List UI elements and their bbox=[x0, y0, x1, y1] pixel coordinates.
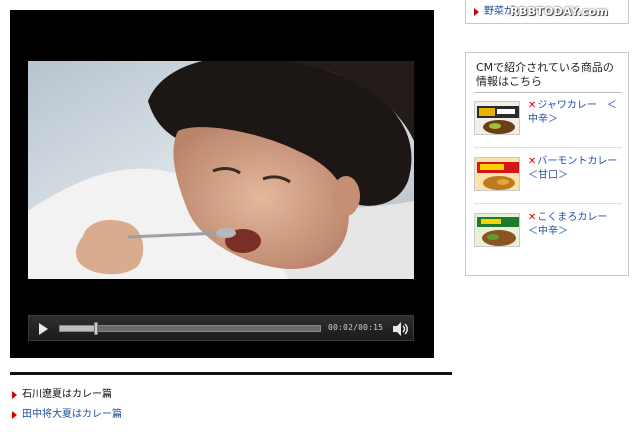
product-link[interactable]: ✕こくまろカレー ＜中辛＞ bbox=[528, 211, 624, 239]
java-curry-box-icon[interactable] bbox=[474, 101, 520, 135]
volume-icon[interactable] bbox=[391, 321, 409, 337]
product-link[interactable]: ✕バーモントカレー＜甘口＞ bbox=[528, 155, 624, 183]
product-divider bbox=[474, 203, 622, 204]
arrow-right-icon bbox=[474, 8, 479, 16]
arrow-right-icon bbox=[12, 391, 17, 399]
seek-bar[interactable] bbox=[59, 322, 321, 335]
vermont-curry-box-icon[interactable] bbox=[474, 157, 520, 191]
site-watermark: RBBTODAY.com bbox=[510, 5, 609, 18]
episode-item-current: 石川遼夏はカレー篇 bbox=[12, 389, 112, 401]
product-info-panel: CMで紹介されている商品の情報はこちら ✕ジャワカレー ＜中辛＞ ✕バーモントカ… bbox=[465, 52, 629, 276]
episode-label: 石川遼夏はカレー篇 bbox=[22, 389, 112, 400]
panel-divider bbox=[474, 92, 622, 93]
product-divider bbox=[474, 147, 622, 148]
video-still-image bbox=[28, 61, 414, 279]
player-controls: 00:02/00:15 bbox=[28, 315, 414, 341]
product-item-vermont[interactable]: ✕バーモントカレー＜甘口＞ bbox=[474, 155, 624, 199]
arrow-right-icon bbox=[12, 411, 17, 419]
sidebar-top-link[interactable]: 野菜が bbox=[474, 6, 514, 18]
seek-bar-progress bbox=[60, 326, 97, 331]
seek-handle[interactable] bbox=[94, 322, 98, 335]
divider bbox=[10, 372, 452, 375]
video-player[interactable]: 00:02/00:15 bbox=[10, 10, 434, 358]
product-item-kokumaro[interactable]: ✕こくまろカレー ＜中辛＞ bbox=[474, 211, 624, 255]
time-display: 00:02/00:15 bbox=[328, 323, 384, 332]
product-item-java[interactable]: ✕ジャワカレー ＜中辛＞ bbox=[474, 99, 624, 143]
episode-link[interactable]: 田中将大夏はカレー篇 bbox=[22, 409, 122, 421]
play-icon[interactable] bbox=[35, 321, 51, 337]
episode-item-link[interactable]: 田中将大夏はカレー篇 bbox=[12, 409, 122, 421]
panel-title: CMで紹介されている商品の情報はこちら bbox=[476, 61, 614, 88]
close-x-icon: ✕ bbox=[528, 156, 537, 167]
close-x-icon: ✕ bbox=[528, 100, 537, 111]
product-link[interactable]: ✕ジャワカレー ＜中辛＞ bbox=[528, 99, 624, 127]
close-x-icon: ✕ bbox=[528, 212, 537, 223]
video-frame[interactable] bbox=[28, 61, 414, 279]
kokumaro-curry-box-icon[interactable] bbox=[474, 213, 520, 247]
